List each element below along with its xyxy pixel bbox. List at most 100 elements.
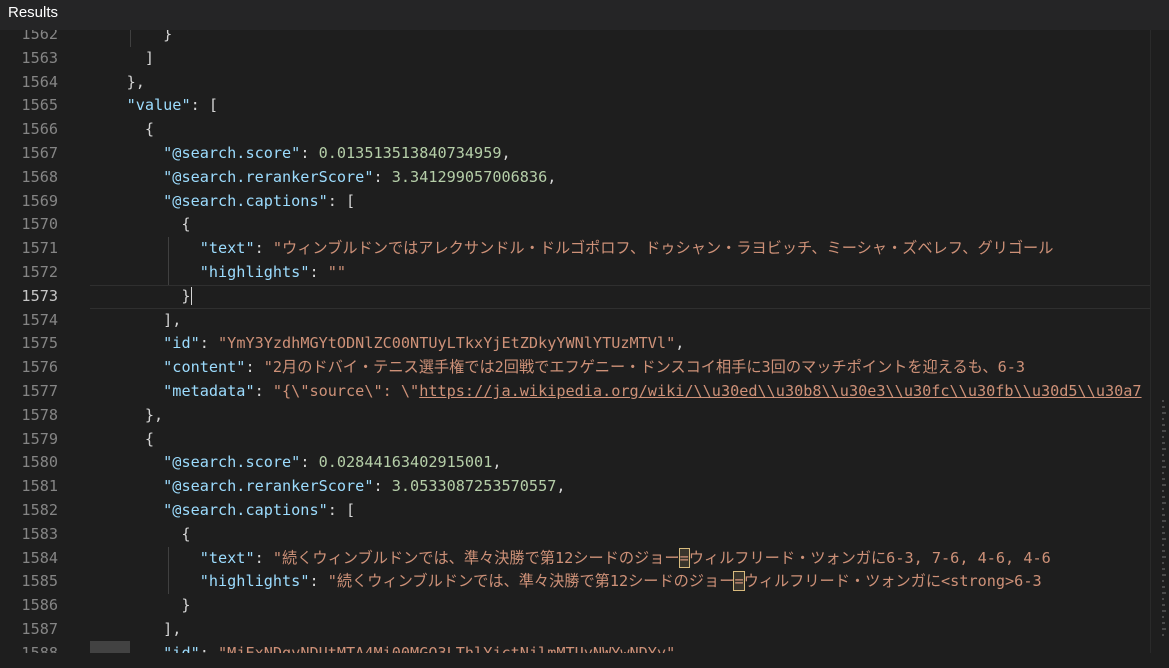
line-number: 1573 [21, 286, 58, 305]
overview-ruler-mark [1162, 508, 1164, 510]
code-line[interactable]: 1569 "@search.captions": [ [0, 190, 1150, 214]
line-code: "metadata": "{\"source\": \"https://ja.w… [90, 380, 1141, 404]
line-code: "@search.score": 0.013513513840734959, [90, 142, 510, 166]
code-line[interactable]: 1578 }, [0, 404, 1150, 428]
overview-ruler-mark [1162, 460, 1165, 462]
code-line[interactable]: 1571 "text": "ウィンブルドンではアレクサンドル・ドルゴポロフ、ドゥ… [0, 237, 1150, 261]
code-line[interactable]: 1577 "metadata": "{\"source\": \"https:/… [0, 380, 1150, 404]
code-line[interactable]: 1562 } [0, 30, 1150, 47]
json-punctuation: : [199, 334, 219, 353]
horizontal-scrollbar-thumb[interactable] [90, 641, 130, 653]
line-number: 1565 [21, 96, 58, 115]
json-string: "YmY3YzdhMGYtODNlZC00NTUyLTkxYjEtZDkyYWN… [218, 334, 676, 353]
overview-ruler-mark [1162, 538, 1166, 540]
code-line[interactable]: 1564 }, [0, 71, 1150, 95]
line-number: 1563 [21, 48, 58, 67]
code-line[interactable]: 1584 "text": "続くウィンブルドンでは、準々決勝で第12シードのジョ… [0, 547, 1150, 571]
code-line[interactable]: 1576 "content": "2月のドバイ・テニス選手権では2回戦でエフゲニ… [0, 356, 1150, 380]
code-line[interactable]: 1585 "highlights": "続くウィンブルドンでは、準々決勝で第12… [0, 570, 1150, 594]
code-line[interactable]: 1573 } [0, 285, 1150, 309]
json-punctuation [90, 382, 163, 400]
overview-ruler-mark [1162, 592, 1166, 594]
overview-ruler-mark [1162, 574, 1166, 576]
overview-ruler-mark [1162, 424, 1165, 426]
code-line[interactable]: 1575 "id": "YmY3YzdhMGYtODNlZC00NTUyLTkx… [0, 332, 1150, 356]
json-punctuation: : [254, 382, 273, 400]
overview-ruler-mark [1162, 466, 1166, 468]
line-number: 1585 [21, 572, 58, 591]
code-line[interactable]: 1580 "@search.score": 0.0284416340291500… [0, 451, 1150, 475]
line-number: 1582 [21, 501, 58, 519]
json-link[interactable]: https://ja.wikipedia.org/wiki/\\u30ed\\u… [419, 382, 1141, 400]
json-key: "value" [126, 96, 191, 115]
code-line[interactable]: 1583 { [0, 523, 1150, 547]
code-line[interactable]: 1567 "@search.score": 0.0135135138407349… [0, 142, 1150, 166]
json-punctuation: : [ [327, 191, 356, 210]
code-line[interactable]: 1568 "@search.rerankerScore": 3.34129905… [0, 166, 1150, 190]
line-code: "@search.captions": [ [90, 499, 355, 523]
line-code: "@search.score": 0.02844163402915001, [90, 451, 501, 475]
overview-ruler-mark [1162, 514, 1165, 516]
overview-ruler-mark [1162, 406, 1165, 408]
overview-ruler-mark [1162, 628, 1166, 630]
overview-ruler-mark [1162, 532, 1165, 534]
line-code: "@search.rerankerScore": 3.0533087253570… [90, 475, 566, 499]
code-line[interactable]: 1579 { [0, 428, 1150, 452]
line-code: ] [90, 47, 154, 71]
json-punctuation: } [90, 596, 191, 615]
line-code: "@search.rerankerScore": 3.3412990570068… [90, 166, 556, 190]
json-string: "" [327, 263, 347, 281]
json-string: "続くウィンブルドンでは、準々決勝で第12シードのジョー [272, 548, 680, 567]
indent-guide [130, 30, 131, 47]
overview-ruler-mark [1162, 478, 1165, 480]
code-line[interactable]: 1572 "highlights": "" [0, 261, 1150, 285]
json-punctuation: : [373, 477, 392, 496]
code-line[interactable]: 1586 } [0, 594, 1150, 618]
line-number: 1570 [21, 215, 58, 234]
code-line[interactable]: 1570 { [0, 213, 1150, 237]
line-code: "@search.captions": [ [90, 190, 355, 214]
overview-ruler-mark [1162, 490, 1164, 492]
json-editor[interactable]: 1562 } 1563 ] 1564 }, 1565 "value": [1566 {… [0, 30, 1150, 653]
code-line[interactable]: 1566 { [0, 118, 1150, 142]
overview-ruler-mark [1162, 562, 1164, 564]
json-punctuation: , [556, 477, 566, 496]
json-punctuation: }, [90, 72, 145, 91]
code-line[interactable]: 1563 ] [0, 47, 1150, 71]
code-line[interactable]: 1587 ], [0, 618, 1150, 642]
line-number: 1562 [21, 30, 58, 43]
code-line[interactable]: 1588 "id": "MjExNDgyNDUtMTA4Mi00MGQ3LThl… [0, 642, 1150, 653]
code-line[interactable]: 1581 "@search.rerankerScore": 3.05330872… [0, 475, 1150, 499]
code-line[interactable]: 1574 ], [0, 309, 1150, 333]
horizontal-scrollbar[interactable] [0, 653, 1169, 668]
code-line[interactable]: 1565 "value": [ [0, 94, 1150, 118]
json-punctuation: : [300, 453, 319, 472]
vertical-scrollbar[interactable] [1150, 30, 1169, 653]
overview-ruler-mark [1162, 502, 1166, 504]
json-punctuation: , [547, 167, 557, 186]
json-key: "@search.score" [163, 453, 301, 472]
json-punctuation [90, 572, 200, 590]
json-punctuation [90, 168, 163, 186]
json-punctuation: ], [90, 620, 182, 638]
overview-ruler-mark [1162, 496, 1165, 498]
json-punctuation [90, 334, 163, 352]
json-punctuation: : [ [327, 501, 356, 519]
line-number: 1576 [21, 358, 58, 377]
line-code: } [90, 285, 192, 309]
code-line[interactable]: 1582 "@search.captions": [ [0, 499, 1150, 523]
json-punctuation: : [254, 239, 273, 258]
overview-ruler-mark [1162, 550, 1165, 552]
line-code: "highlights": "" [90, 261, 346, 285]
overview-ruler-mark [1162, 604, 1165, 606]
json-punctuation [90, 239, 200, 257]
line-number: 1584 [21, 548, 58, 567]
json-key: "@search.rerankerScore" [163, 477, 374, 496]
json-punctuation: : [373, 167, 392, 186]
json-string: ウィルフリード・ツォンガに<strong>6-3 [743, 572, 1042, 591]
json-punctuation [90, 453, 163, 471]
overview-ruler-mark [1162, 544, 1164, 546]
json-punctuation: { [90, 215, 191, 234]
indent-guide [168, 237, 169, 285]
json-punctuation: }, [90, 405, 164, 424]
